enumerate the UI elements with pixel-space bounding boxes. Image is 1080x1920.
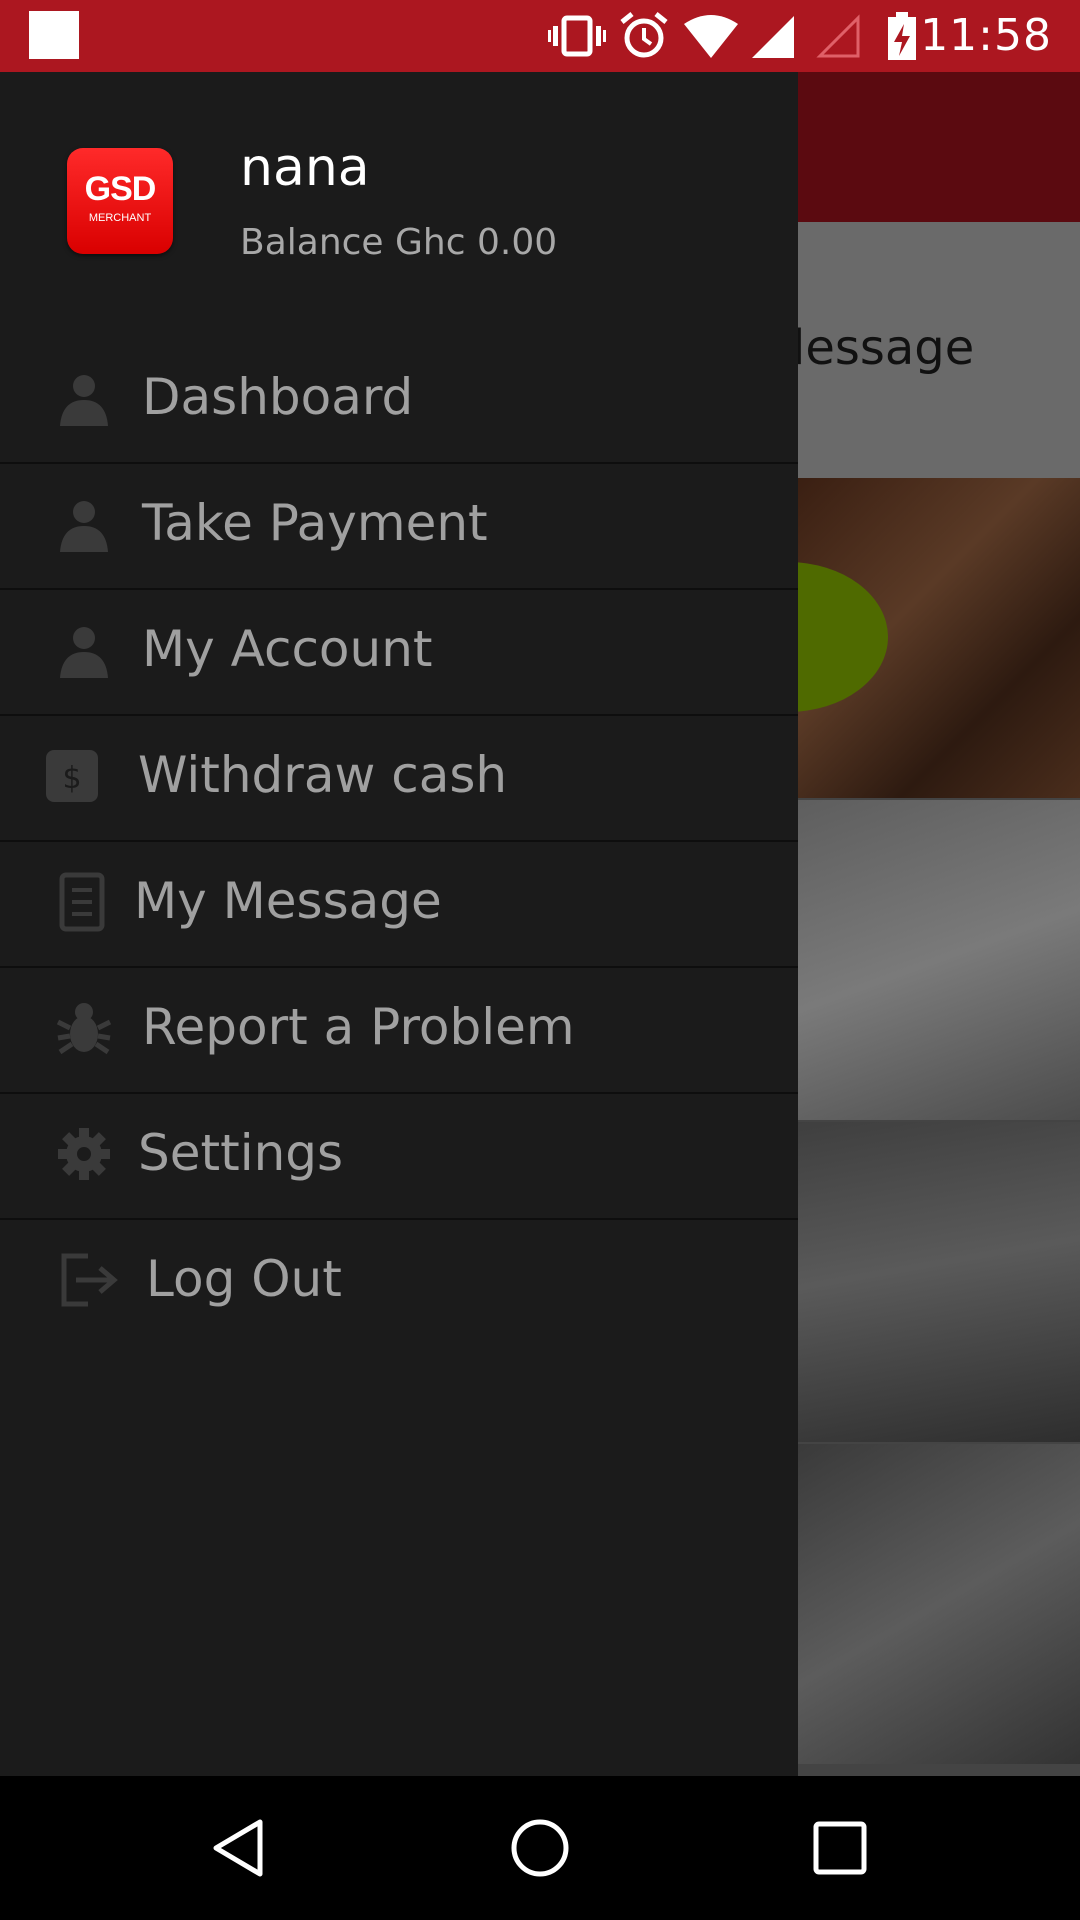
background-toolbar — [798, 72, 1080, 222]
navigation-drawer: GSD MERCHANT nana Balance Ghc 0.00 Dashb… — [0, 72, 798, 1776]
logo-text: GSD — [84, 170, 157, 208]
battery-charging-icon — [888, 12, 916, 60]
background-app: lessage — [798, 72, 1080, 1776]
menu-item-settings[interactable]: Settings — [0, 1094, 798, 1220]
menu-item-label: Log Out — [146, 1250, 342, 1308]
dollar-icon: $ — [46, 750, 98, 802]
menu-item-my-message[interactable]: My Message — [0, 842, 798, 968]
background-tile — [798, 1444, 1080, 1764]
menu-item-label: Settings — [138, 1124, 344, 1182]
document-icon — [59, 872, 105, 932]
drawer-menu: Dashboard Take Payment My Account $ With… — [0, 338, 798, 1344]
signal-empty-icon — [816, 14, 860, 58]
bug-icon — [56, 1003, 112, 1055]
status-bar: 11:58 — [0, 0, 1080, 72]
logo-subtext: MERCHANT — [88, 212, 152, 224]
vibrate-icon — [548, 15, 606, 57]
back-icon[interactable] — [208, 1816, 272, 1880]
system-nav-bar — [0, 1776, 1080, 1920]
clock: 11:58 — [920, 10, 1052, 61]
background-message-card: lessage — [798, 222, 1080, 478]
person-icon — [60, 627, 108, 678]
drawer-header: GSD MERCHANT nana Balance Ghc 0.00 — [0, 72, 798, 298]
background-message-text: lessage — [798, 320, 975, 376]
signal-icon — [752, 16, 794, 58]
menu-item-log-out[interactable]: Log Out — [0, 1220, 798, 1344]
background-tile — [798, 1122, 1080, 1442]
menu-item-label: My Message — [134, 872, 442, 930]
user-name: nana — [240, 138, 370, 198]
gear-icon — [58, 1128, 110, 1180]
menu-item-report-problem[interactable]: Report a Problem — [0, 968, 798, 1094]
menu-item-label: My Account — [142, 620, 433, 678]
background-tile — [798, 800, 1080, 1120]
recents-icon[interactable] — [808, 1816, 872, 1880]
person-icon — [60, 501, 108, 552]
menu-item-label: Dashboard — [142, 368, 414, 426]
app-logo: GSD MERCHANT — [67, 148, 173, 254]
home-icon[interactable] — [508, 1816, 572, 1880]
logout-icon — [61, 1253, 118, 1307]
wifi-icon — [684, 15, 738, 58]
menu-item-dashboard[interactable]: Dashboard — [0, 338, 798, 464]
balance-label: Balance Ghc 0.00 — [240, 222, 558, 263]
menu-item-label: Take Payment — [142, 494, 488, 552]
person-icon — [60, 375, 108, 426]
notification-icon — [29, 11, 79, 59]
menu-item-my-account[interactable]: My Account — [0, 590, 798, 716]
alarm-icon — [620, 12, 668, 58]
menu-item-label: Withdraw cash — [138, 746, 508, 804]
svg-text:$: $ — [62, 761, 81, 796]
menu-item-take-payment[interactable]: Take Payment — [0, 464, 798, 590]
menu-item-label: Report a Problem — [142, 998, 575, 1056]
menu-item-withdraw-cash[interactable]: $ Withdraw cash — [0, 716, 798, 842]
